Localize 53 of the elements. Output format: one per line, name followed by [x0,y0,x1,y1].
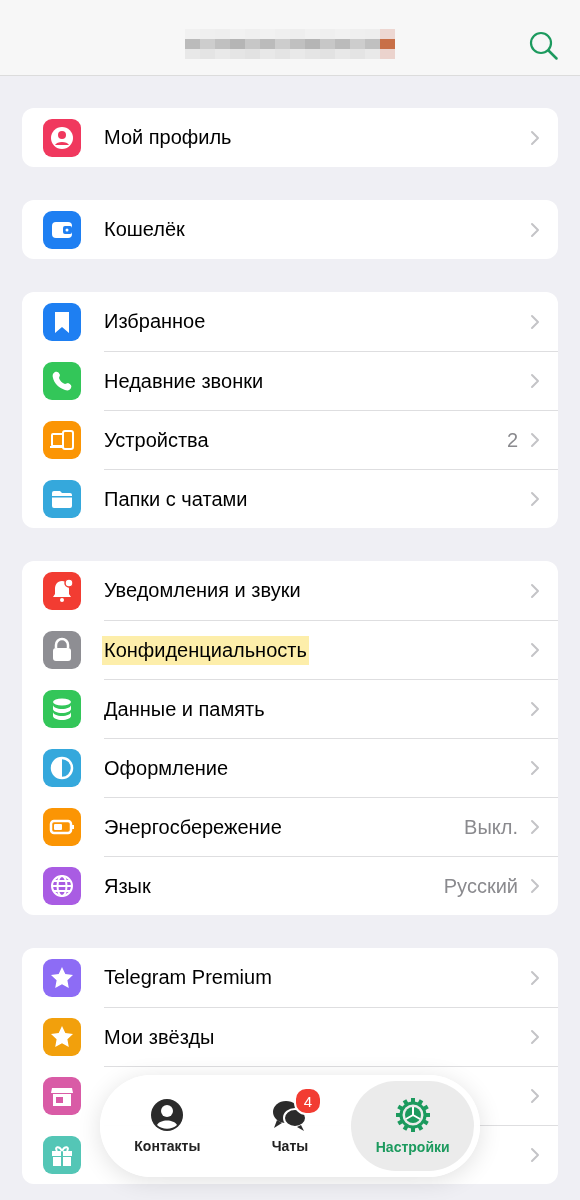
chevron-icon [530,129,540,146]
chevron-icon [530,1147,540,1163]
menu-item-label[interactable]: Конфиденциальность [102,635,309,665]
value-text: 2 [506,428,518,452]
menu-item-label[interactable]: Папки с чатами [102,484,250,514]
person-icon [43,118,81,157]
menu-item-label[interactable]: Язык [102,871,153,901]
battery-icon [43,807,81,846]
wallet-icon [43,210,81,249]
chevron-icon [530,642,540,658]
chevron-icon [530,701,540,717]
chevron-icon [530,1088,540,1104]
contrast-icon [43,748,81,787]
tab[interactable]: Контакты [106,1081,229,1171]
database-icon [43,689,81,728]
devices-icon [43,420,81,459]
menu-item-label[interactable]: Telegram Premium [102,963,274,992]
menu-item-label[interactable]: Уведомления и звуки [102,576,303,605]
lock-icon [43,630,81,669]
person-icon [150,1098,185,1132]
menu-item-label[interactable]: Мой профиль [102,123,234,152]
gift-icon [43,1135,81,1174]
chevron-icon [530,878,540,894]
menu-item-label[interactable]: Мои звёзды [102,1022,217,1052]
chevron-icon [530,760,540,776]
phone-icon [43,361,81,400]
unread-badge: 4 [294,1087,322,1115]
chevron-icon [530,373,540,389]
chevron-icon [530,969,540,986]
gear-icon [394,1097,431,1133]
bookmark-icon [43,302,81,341]
chevron-icon [530,819,540,835]
chevron-icon [530,221,540,238]
chevron-icon [530,582,540,599]
menu-item-label[interactable]: Недавние звонки [102,366,266,396]
value-text: Русский [443,874,518,898]
menu-item-label[interactable]: Избранное [102,307,208,336]
menu-item-label[interactable]: Оформление [102,753,231,783]
chevron-icon [530,313,540,330]
menu-item-label[interactable]: Кошелёк [102,215,187,244]
tab[interactable]: Чаты 4 [228,1081,352,1171]
folder-icon [43,479,81,518]
menu-item-label[interactable]: Энергосбережение [102,812,284,842]
shop-icon [43,1076,81,1115]
chevron-icon [530,491,540,507]
value-text: Выкл. [464,815,518,839]
chevron-icon [530,432,540,448]
menu-item-label[interactable]: Данные и память [102,694,267,724]
globe-icon [43,866,81,905]
search-button[interactable] [528,30,560,62]
bell-icon [43,571,81,610]
chevron-icon [530,1029,540,1045]
menu-item-label[interactable]: Устройства [102,425,211,455]
